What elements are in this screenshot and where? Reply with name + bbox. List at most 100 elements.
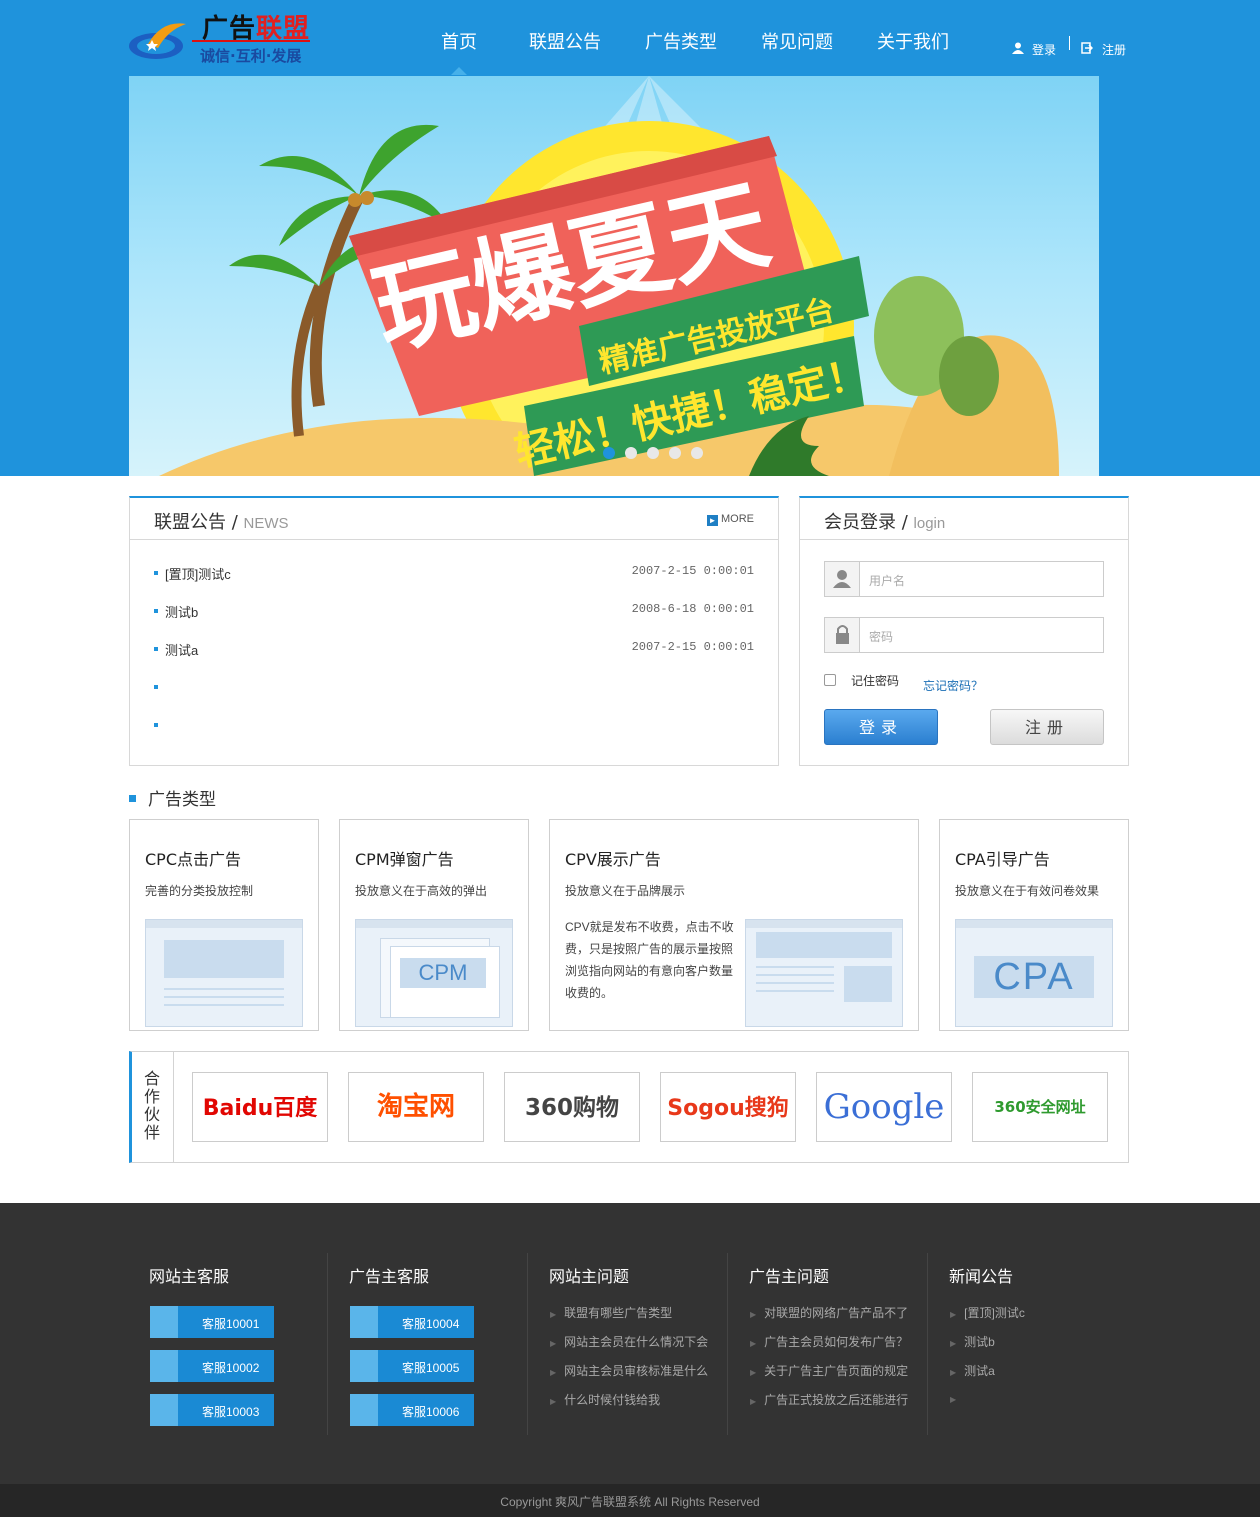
footer-link[interactable]: ▶ 什么时候付钱给我 [550, 1391, 660, 1408]
card-desc: 投放意义在于有效问卷效果 [955, 884, 1100, 898]
register-link[interactable]: 注册 [1102, 41, 1126, 58]
service-button[interactable]: 客服10003 [150, 1394, 274, 1426]
footer-link[interactable]: ▶ 测试b [950, 1333, 995, 1350]
news-item[interactable]: [置顶]测试c 2007-2-15 0:00:01 [154, 564, 754, 584]
partners-label: 合作伙伴 [132, 1052, 174, 1162]
banner-dot[interactable] [691, 447, 703, 459]
footer-link[interactable]: ▶ 测试a [950, 1362, 995, 1379]
partner-logo-taobao[interactable]: 淘宝网 [348, 1072, 484, 1142]
forgot-password-link[interactable]: 忘记密码？ [923, 677, 983, 694]
footer-link[interactable]: ▶ 联盟有哪些广告类型 [550, 1304, 672, 1321]
partner-logo-sogou[interactable]: Sogou搜狗 [660, 1072, 796, 1142]
chat-icon [150, 1350, 178, 1382]
chat-icon [350, 1306, 378, 1338]
nav-announcements[interactable]: 联盟公告 [529, 28, 601, 54]
card-detail: CPV就是发布不收费，点击不收费，只是按照广告的展示量按照浏览指向网站的有意向客… [565, 920, 734, 1000]
card-desc: 完善的分类投放控制 [145, 884, 254, 898]
ad-card-cpv[interactable]: CPV展示广告 投放意义在于品牌展示 CPV就是发布不收费，点击不收费，只是按照… [549, 819, 919, 1031]
remember-label: 记住密码 [851, 674, 900, 688]
news-item[interactable]: 测试b 2008-6-18 0:00:01 [154, 602, 754, 622]
news-panel: 联盟公告 / NEWS ► MORE [置顶]测试c 2007-2-15 0:00:… [129, 496, 779, 766]
chat-icon [350, 1394, 378, 1426]
card-title: CPA引导广告 [955, 850, 1050, 869]
copyright: Copyright 爽风广告联盟系统 All Rights Reserved [0, 1484, 1260, 1517]
footer-col-site-service: 网站主客服 客服10001 客服10002 客服10003 [129, 1253, 329, 1435]
hero-banner[interactable]: 玩爆夏天 精准广告投放平台 轻松！快捷！稳定！ [129, 76, 1099, 476]
footer-col-title: 网站主问题 [549, 1267, 630, 1286]
login-panel: 会员登录 / login 用户名 密码 记住密码 忘记密码？ 登录 注册 [799, 496, 1129, 766]
chat-icon [350, 1350, 378, 1382]
footer-col-advertiser-service: 广告主客服 客服10004 客服10005 客服10006 [329, 1253, 529, 1435]
user-icon [833, 570, 851, 588]
username-field[interactable]: 用户名 [824, 561, 1104, 597]
nav-ad-types[interactable]: 广告类型 [645, 28, 717, 54]
footer-link[interactable]: ▶ 网站主会员在什么情况下会 [550, 1333, 708, 1350]
chat-icon [150, 1394, 178, 1426]
nav-home[interactable]: 首页 [441, 28, 477, 54]
footer-col-advertiser-faq: 广告主问题 ▶ 对联盟的网络广告产品不了 ▶ 广告主会员如何发布广告？ ▶ 关于广告主… [729, 1253, 929, 1435]
partner-logo-360buy[interactable]: 360购物 [504, 1072, 640, 1142]
news-more-link[interactable]: ► MORE [707, 513, 754, 526]
card-desc: 投放意义在于品牌展示 [565, 884, 686, 898]
footer-col-title: 广告主问题 [749, 1267, 830, 1286]
nav-active-caret [451, 67, 467, 75]
banner-dot[interactable] [647, 447, 659, 459]
news-item [154, 716, 754, 736]
footer-link[interactable]: ▶ 网站主会员审核标准是什么 [550, 1362, 708, 1379]
footer-col-title: 网站主客服 [149, 1267, 230, 1286]
banner-dot[interactable] [625, 447, 637, 459]
footer-link[interactable]: ▶ 关于广告主广告页面的规定 [750, 1362, 908, 1379]
cpa-badge: CPA [974, 956, 1094, 998]
login-title: 会员登录 / login [824, 512, 946, 533]
footer-link[interactable]: ▶ [置顶]测试c [950, 1304, 1025, 1321]
login-panel-header: 会员登录 / login [800, 498, 1128, 540]
site-logo[interactable]: 广告联盟 诚信·互利·发展 [128, 6, 318, 68]
register-icon [1081, 42, 1093, 54]
footer: 网站主客服 客服10001 客服10002 客服10003 广告主客服 客服10… [0, 1203, 1260, 1484]
password-placeholder: 密码 [869, 630, 894, 644]
news-title: 联盟公告 / NEWS [154, 512, 289, 533]
partner-logo-360-hao[interactable]: 360安全网址 [972, 1072, 1108, 1142]
service-button[interactable]: 客服10005 [350, 1350, 474, 1382]
ad-types-heading: 广告类型 [129, 785, 216, 810]
cpm-badge: CPM [400, 958, 486, 988]
login-link[interactable]: 登录 [1032, 41, 1056, 58]
banner-illustration: 玩爆夏天 精准广告投放平台 轻松！快捷！稳定！ [159, 76, 1059, 476]
ad-card-cpc[interactable]: CPC点击广告 完善的分类投放控制 [129, 819, 319, 1031]
nav-faq[interactable]: 常见问题 [761, 28, 833, 54]
partner-logo-baidu[interactable]: Baidu百度 [192, 1072, 328, 1142]
footer-col-site-faq: 网站主问题 ▶ 联盟有哪些广告类型 ▶ 网站主会员在什么情况下会 ▶ 网站主会员审核标… [529, 1253, 729, 1435]
nav-about[interactable]: 关于我们 [877, 28, 949, 54]
user-icon [1012, 42, 1024, 54]
logo-swirl-icon [129, 23, 186, 59]
footer-link[interactable]: ▶ 广告主会员如何发布广告？ [750, 1333, 908, 1350]
news-item[interactable]: 测试a 2007-2-15 0:00:01 [154, 640, 754, 660]
footer-link[interactable]: ▶ 对联盟的网络广告产品不了 [750, 1304, 908, 1321]
service-button[interactable]: 客服10004 [350, 1306, 474, 1338]
service-button[interactable]: 客服10001 [150, 1306, 274, 1338]
logo-underline [192, 40, 310, 42]
ad-card-cpm[interactable]: CPM弹窗广告 投放意义在于高效的弹出 CPM [339, 819, 529, 1031]
banner-dot[interactable] [669, 447, 681, 459]
banner-dot[interactable] [603, 447, 615, 459]
browser-mockup-icon: CPA [955, 919, 1113, 1027]
browser-mockup-icon [145, 919, 303, 1027]
card-title: CPC点击广告 [145, 850, 241, 869]
footer-link[interactable]: ▶ 广告正式投放之后还能进行 [750, 1391, 908, 1408]
lock-icon [836, 625, 849, 644]
login-button[interactable]: 登录 [824, 709, 938, 745]
card-title: CPM弹窗广告 [355, 850, 454, 869]
username-placeholder: 用户名 [869, 574, 906, 588]
ad-card-cpa[interactable]: CPA引导广告 投放意义在于有效问卷效果 CPA [939, 819, 1129, 1031]
card-title: CPV展示广告 [565, 850, 661, 869]
logo-slogan: 诚信·互利·发展 [200, 47, 302, 65]
partner-logo-google[interactable]: Google [816, 1072, 952, 1142]
remember-checkbox[interactable] [824, 674, 836, 686]
footer-col-title: 广告主客服 [349, 1267, 430, 1286]
service-button[interactable]: 客服10002 [150, 1350, 274, 1382]
service-button[interactable]: 客服10006 [350, 1394, 474, 1426]
password-field[interactable]: 密码 [824, 617, 1104, 653]
register-button[interactable]: 注册 [990, 709, 1104, 745]
popup-window-icon: CPM [355, 919, 513, 1027]
browser-mockup-icon [745, 919, 903, 1027]
